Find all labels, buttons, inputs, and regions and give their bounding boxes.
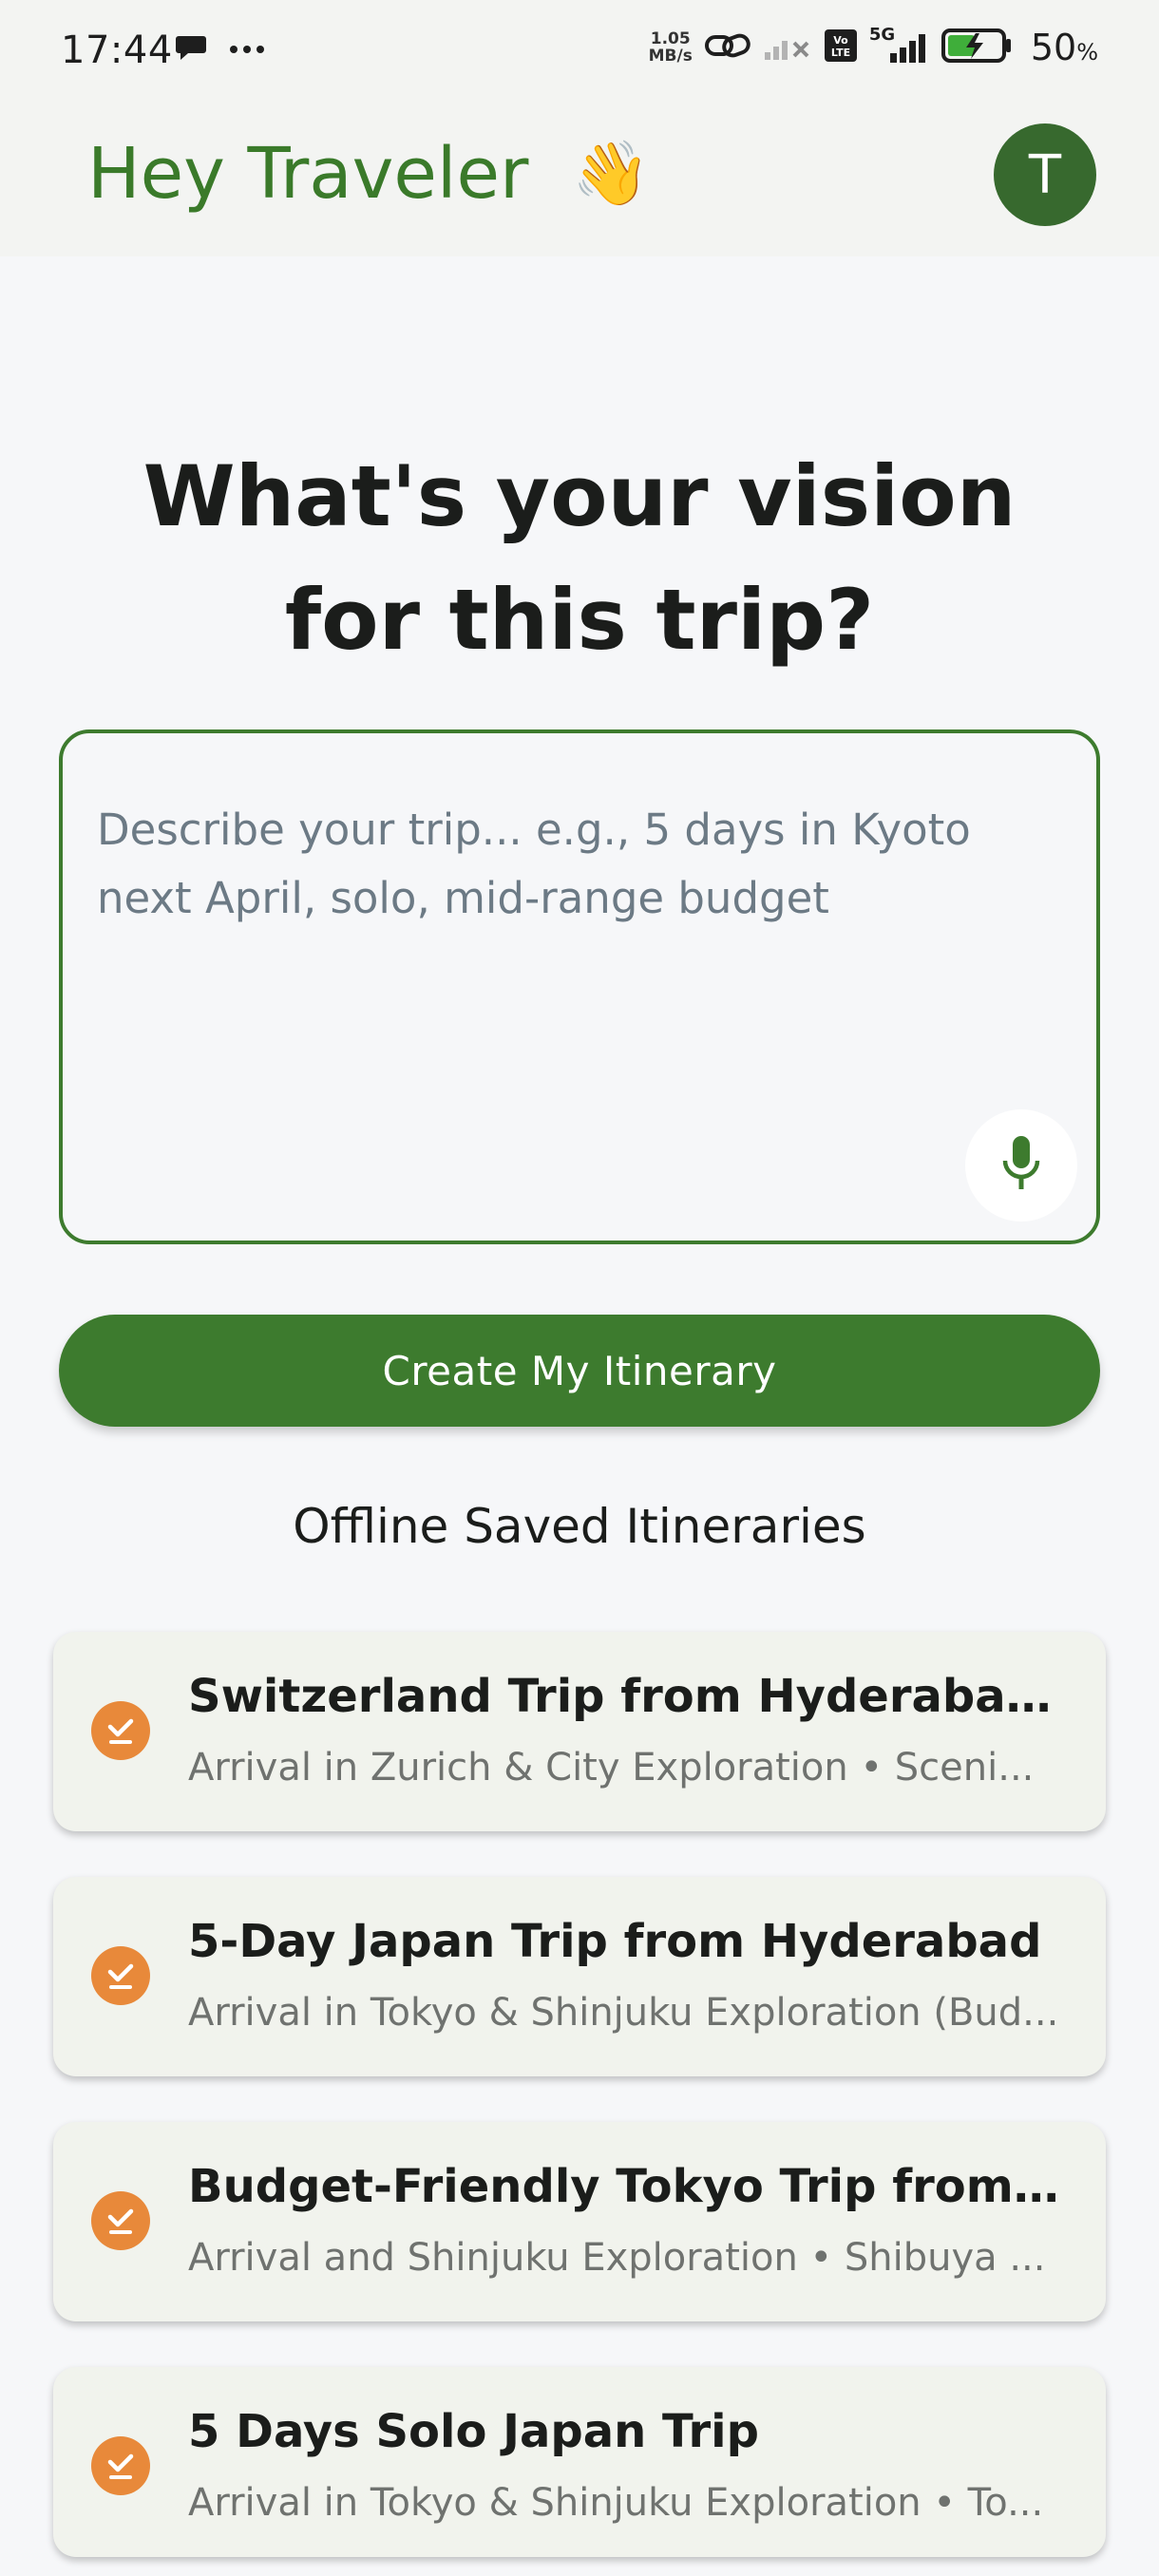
greeting: Hey Traveler 👋 bbox=[87, 133, 651, 215]
downloaded-check-icon bbox=[91, 1946, 150, 2005]
wave-hand-icon: 👋 bbox=[572, 137, 651, 210]
signal-weak-icon bbox=[763, 29, 812, 66]
page-title-line-1: What's your vision bbox=[142, 447, 1016, 545]
itinerary-title: 5 Days Solo Japan Trip bbox=[188, 2405, 759, 2458]
create-itinerary-label: Create My Itinerary bbox=[382, 1347, 777, 1394]
page-title-line-2: for this trip? bbox=[284, 571, 875, 669]
downloaded-check-icon bbox=[91, 1701, 150, 1760]
chat-bubble-icon bbox=[175, 32, 207, 66]
itinerary-title: 5-Day Japan Trip from Hyderabad bbox=[188, 1915, 1042, 1968]
page-title: What's your vision for this trip? bbox=[0, 435, 1159, 682]
battery-value: 50 bbox=[1030, 27, 1077, 68]
avatar[interactable]: T bbox=[994, 123, 1096, 226]
itinerary-title: Switzerland Trip from Hyderabad (3 ... bbox=[188, 1670, 1062, 1723]
battery-charging-icon bbox=[940, 28, 1014, 67]
svg-text:LTE: LTE bbox=[831, 47, 850, 59]
downloaded-check-icon bbox=[91, 2436, 150, 2495]
itinerary-subtitle: Arrival in Tokyo & Shinjuku Exploration … bbox=[188, 2481, 1044, 2525]
net-speed: 1.05 MB/s bbox=[649, 30, 693, 65]
signal-5g-icon: 5G bbox=[869, 25, 930, 65]
create-itinerary-button[interactable]: Create My Itinerary bbox=[59, 1315, 1100, 1427]
itinerary-card[interactable]: 5 Days Solo Japan Trip Arrival in Tokyo … bbox=[53, 2367, 1106, 2557]
itinerary-subtitle: Arrival in Zurich & City Exploration • S… bbox=[188, 1746, 1035, 1790]
trip-description-box bbox=[59, 729, 1100, 1244]
status-bar: 17:44 1.05 MB/s Vo LTE 5G 50% bbox=[0, 0, 1159, 99]
greeting-text: Hey Traveler bbox=[87, 133, 529, 215]
offline-saved-heading: Offline Saved Itineraries bbox=[293, 1499, 866, 1554]
downloaded-check-icon bbox=[91, 2191, 150, 2250]
itinerary-subtitle: Arrival in Tokyo & Shinjuku Exploration … bbox=[188, 1991, 1059, 2035]
mic-button[interactable] bbox=[965, 1109, 1077, 1222]
network-type: 5G bbox=[868, 25, 896, 45]
battery-unit: % bbox=[1076, 39, 1098, 66]
itinerary-card[interactable]: Budget-Friendly Tokyo Trip from India Ar… bbox=[53, 2122, 1106, 2321]
itinerary-card[interactable]: 5-Day Japan Trip from Hyderabad Arrival … bbox=[53, 1877, 1106, 2076]
battery-percent: 50% bbox=[1031, 27, 1098, 68]
net-speed-value: 1.05 bbox=[650, 29, 691, 48]
svg-text:Vo: Vo bbox=[833, 34, 848, 47]
avatar-initial: T bbox=[1028, 143, 1062, 206]
status-left-icons bbox=[175, 32, 266, 66]
app-header: Hey Traveler 👋 T bbox=[0, 99, 1159, 256]
status-time: 17:44 bbox=[61, 28, 173, 72]
net-speed-unit: MB/s bbox=[648, 47, 693, 66]
more-dots-icon bbox=[228, 41, 266, 59]
status-right-icons: 1.05 MB/s Vo LTE 5G 50% bbox=[649, 25, 1098, 68]
volte-icon: Vo LTE bbox=[824, 28, 858, 66]
microphone-icon bbox=[1000, 1134, 1042, 1197]
trip-description-input[interactable] bbox=[97, 796, 1047, 929]
link-icon bbox=[704, 29, 751, 66]
itinerary-subtitle: Arrival and Shinjuku Exploration • Shibu… bbox=[188, 2236, 1046, 2280]
itinerary-title: Budget-Friendly Tokyo Trip from India bbox=[188, 2160, 1062, 2213]
itinerary-card[interactable]: Switzerland Trip from Hyderabad (3 ... A… bbox=[53, 1632, 1106, 1831]
